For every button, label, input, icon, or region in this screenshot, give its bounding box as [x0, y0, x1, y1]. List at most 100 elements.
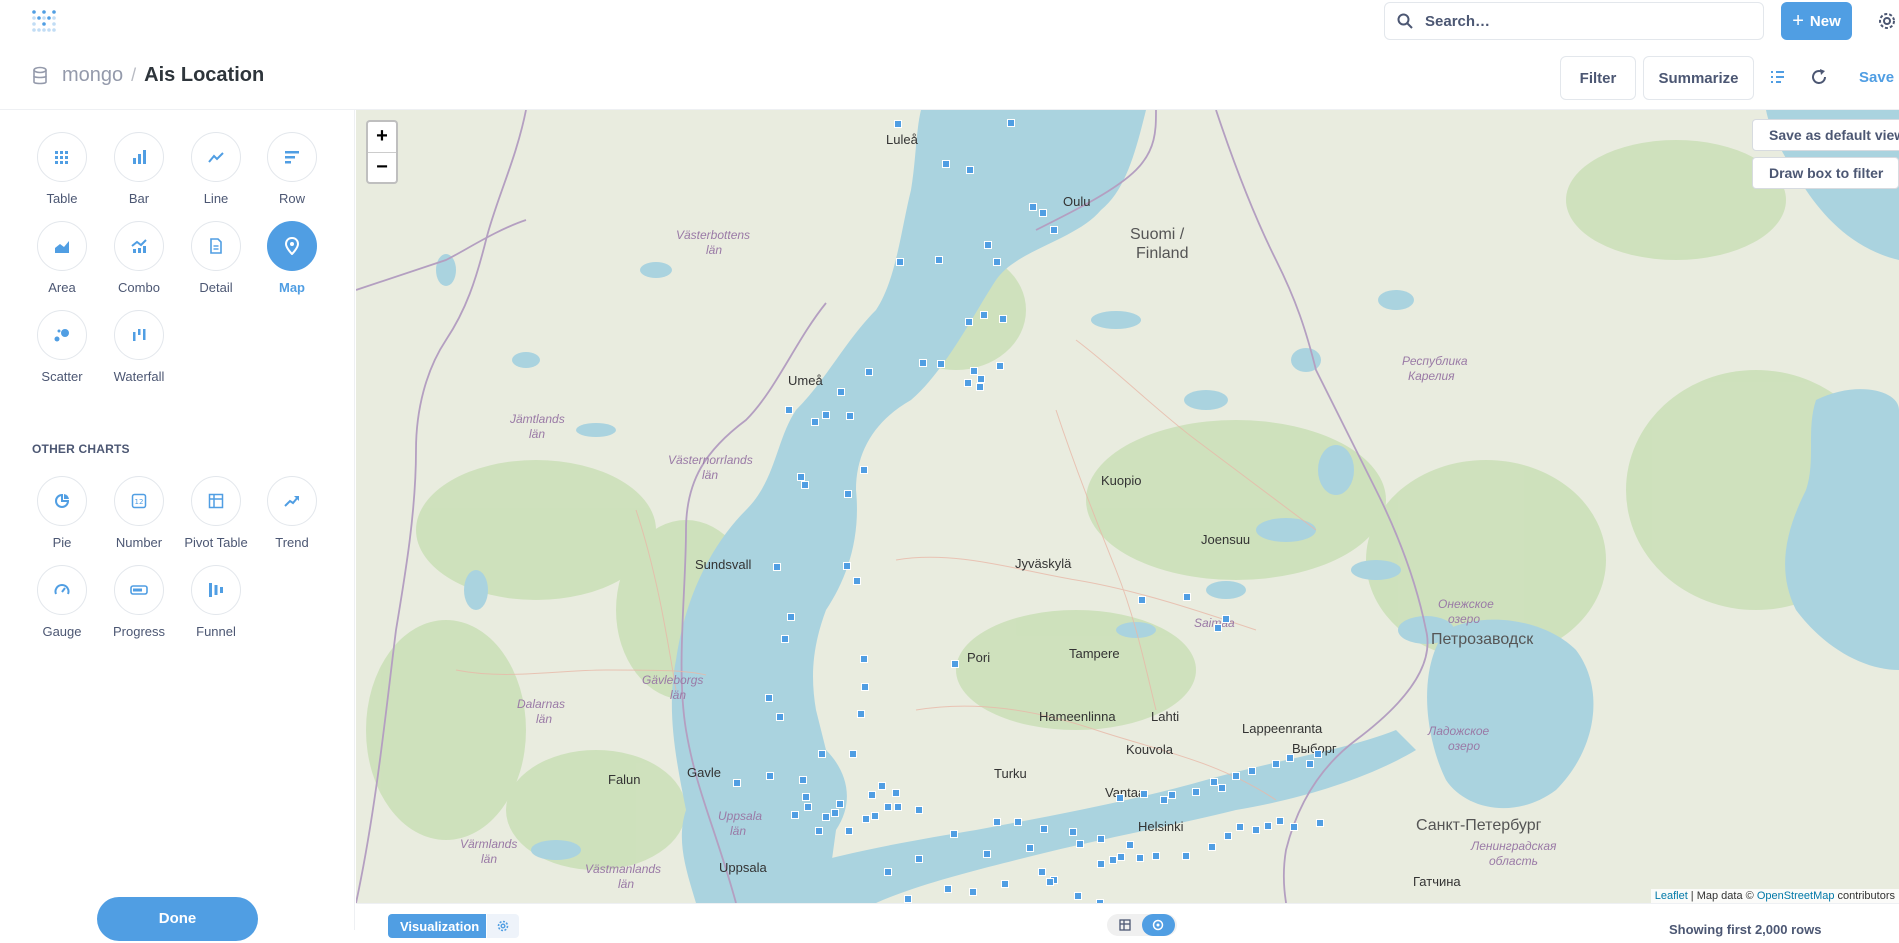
map-pin-icon[interactable]	[1039, 209, 1047, 217]
map-pin-icon[interactable]	[1182, 852, 1190, 860]
chart-option-line[interactable]: Line	[177, 132, 255, 206]
metabase-logo-icon[interactable]	[30, 8, 58, 36]
map-pin-icon[interactable]	[950, 830, 958, 838]
map-pin-icon[interactable]	[843, 562, 851, 570]
map-pin-icon[interactable]	[1316, 819, 1324, 827]
map-pin-icon[interactable]	[1168, 791, 1176, 799]
map-pin-icon[interactable]	[1116, 794, 1124, 802]
zoom-out-button[interactable]: −	[368, 152, 396, 182]
map-pin-icon[interactable]	[845, 827, 853, 835]
map-pin-icon[interactable]	[791, 811, 799, 819]
chart-option-number[interactable]: 12 Number	[100, 476, 178, 550]
map-pin-icon[interactable]	[878, 782, 886, 790]
map-pin-icon[interactable]	[884, 803, 892, 811]
map-pin-icon[interactable]	[1026, 844, 1034, 852]
chart-option-progress[interactable]: Progress	[100, 565, 178, 639]
refresh-icon[interactable]	[1808, 66, 1830, 88]
map-pin-icon[interactable]	[781, 635, 789, 643]
map-pin-icon[interactable]	[799, 776, 807, 784]
map-pin-icon[interactable]	[970, 367, 978, 375]
map-pin-icon[interactable]	[822, 813, 830, 821]
map-pin-icon[interactable]	[822, 411, 830, 419]
map-pin-icon[interactable]	[766, 772, 774, 780]
breadcrumb-database[interactable]: mongo	[62, 64, 123, 87]
settings-gear-icon[interactable]	[1876, 10, 1898, 32]
map-pin-icon[interactable]	[860, 655, 868, 663]
map-pin-icon[interactable]	[776, 713, 784, 721]
map-pin-icon[interactable]	[797, 473, 805, 481]
map-pin-icon[interactable]	[1069, 828, 1077, 836]
map-pin-icon[interactable]	[1183, 593, 1191, 601]
save-as-default-view-button[interactable]: Save as default view	[1752, 119, 1899, 151]
map-pin-icon[interactable]	[884, 868, 892, 876]
pin-map[interactable]: Luleå Oulu Suomi / Finland Västerbottens…	[356, 110, 1899, 903]
map-pin-icon[interactable]	[1040, 825, 1048, 833]
map-pin-icon[interactable]	[861, 683, 869, 691]
map-pin-icon[interactable]	[1252, 826, 1260, 834]
search-input[interactable]	[1425, 12, 1725, 30]
table-map-toggle[interactable]	[1107, 914, 1177, 936]
filter-button[interactable]: Filter	[1560, 56, 1636, 100]
table-view-option[interactable]	[1109, 914, 1142, 936]
map-pin-icon[interactable]	[1224, 832, 1232, 840]
map-pin-icon[interactable]	[1248, 767, 1256, 775]
draw-box-to-filter-button[interactable]: Draw box to filter	[1752, 157, 1899, 189]
map-pin-icon[interactable]	[983, 850, 991, 858]
map-pin-icon[interactable]	[857, 710, 865, 718]
save-button[interactable]: Save	[1859, 69, 1894, 86]
map-pin-icon[interactable]	[1264, 822, 1272, 830]
map-pin-icon[interactable]	[1136, 854, 1144, 862]
map-pin-icon[interactable]	[919, 359, 927, 367]
map-pin-icon[interactable]	[892, 789, 900, 797]
map-pin-icon[interactable]	[1236, 823, 1244, 831]
chart-option-row[interactable]: Row	[253, 132, 331, 206]
map-pin-icon[interactable]	[1208, 843, 1216, 851]
openstreetmap-link[interactable]: OpenStreetMap	[1757, 890, 1835, 902]
map-pin-icon[interactable]	[1232, 772, 1240, 780]
zoom-in-button[interactable]: +	[368, 122, 396, 152]
map-pin-icon[interactable]	[811, 418, 819, 426]
map-view-option[interactable]	[1142, 914, 1175, 936]
chart-option-detail[interactable]: Detail	[177, 221, 255, 295]
map-pin-icon[interactable]	[999, 315, 1007, 323]
map-pin-icon[interactable]	[965, 318, 973, 326]
map-pin-icon[interactable]	[1138, 596, 1146, 604]
map-pin-icon[interactable]	[1097, 835, 1105, 843]
map-pin-icon[interactable]	[1097, 860, 1105, 868]
editor-toggle-icon[interactable]	[1768, 66, 1790, 88]
map-pin-icon[interactable]	[849, 750, 857, 758]
map-pin-icon[interactable]	[804, 803, 812, 811]
map-pin-icon[interactable]	[868, 791, 876, 799]
chart-option-bar[interactable]: Bar	[100, 132, 178, 206]
map-pin-icon[interactable]	[765, 694, 773, 702]
map-pin-icon[interactable]	[944, 885, 952, 893]
map-pin-icon[interactable]	[1286, 754, 1294, 762]
map-pin-icon[interactable]	[836, 800, 844, 808]
map-pin-icon[interactable]	[1074, 892, 1082, 900]
map-pin-icon[interactable]	[865, 368, 873, 376]
map-pin-icon[interactable]	[1160, 796, 1168, 804]
map-pin-icon[interactable]	[1218, 784, 1226, 792]
map-pin-icon[interactable]	[871, 812, 879, 820]
map-pin-icon[interactable]	[942, 160, 950, 168]
map-pin-icon[interactable]	[1222, 615, 1230, 623]
map-pin-icon[interactable]	[844, 490, 852, 498]
visualization-settings-button[interactable]	[487, 914, 519, 938]
map-pin-icon[interactable]	[1140, 790, 1148, 798]
map-pin-icon[interactable]	[862, 815, 870, 823]
map-pin-icon[interactable]	[1306, 760, 1314, 768]
map-pin-icon[interactable]	[801, 481, 809, 489]
visualization-button[interactable]: Visualization	[388, 914, 486, 938]
map-pin-icon[interactable]	[915, 806, 923, 814]
map-pin-icon[interactable]	[1290, 823, 1298, 831]
map-pin-icon[interactable]	[1276, 817, 1284, 825]
map-pin-icon[interactable]	[818, 750, 826, 758]
chart-option-pivot-table[interactable]: Pivot Table	[177, 476, 255, 550]
chart-option-area[interactable]: Area	[23, 221, 101, 295]
page-title[interactable]: Ais Location	[144, 64, 264, 87]
map-pin-icon[interactable]	[1029, 203, 1037, 211]
chart-option-pie[interactable]: Pie	[23, 476, 101, 550]
map-pin-icon[interactable]	[1126, 841, 1134, 849]
chart-option-table[interactable]: Table	[23, 132, 101, 206]
map-pin-icon[interactable]	[964, 379, 972, 387]
